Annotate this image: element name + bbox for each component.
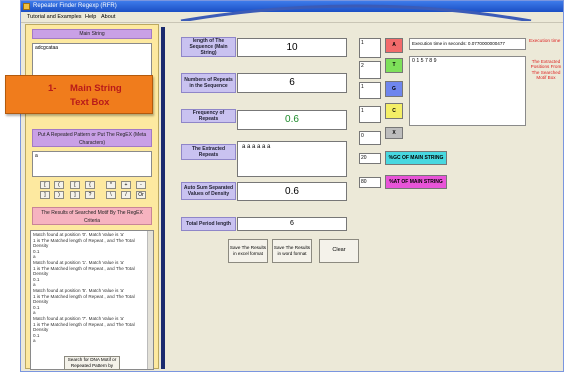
decorative-arc xyxy=(180,4,532,21)
nucleotide-g-button[interactable]: G xyxy=(385,81,403,97)
search-dna-motif-button[interactable]: Search for DNA Motif or Repeated Pattern… xyxy=(64,356,120,370)
save-excel-button[interactable]: Save The Results in excel format xyxy=(228,239,268,263)
count-t[interactable]: 2 xyxy=(359,61,381,79)
key-open-paren[interactable]: ( xyxy=(54,181,64,189)
extracted-positions-box[interactable]: 0 1 5 7 8 9 xyxy=(409,56,526,126)
length-label: length of The Sequence (Main String) xyxy=(181,37,236,57)
result-line: 1 is The Matched length of Repeat , and … xyxy=(33,265,135,277)
results-list[interactable]: Match found at position '0'. Match Value… xyxy=(30,230,154,370)
at-percent-value[interactable]: 80 xyxy=(359,177,381,188)
main-string-header: Main String xyxy=(32,29,152,39)
app-window: Repeater Finder Regexp (RFR) Tutorial an… xyxy=(20,0,564,372)
period-label: Total Period length xyxy=(181,217,236,231)
menu-about[interactable]: About xyxy=(101,12,115,22)
key-or[interactable]: Or xyxy=(136,191,146,199)
key-slash[interactable]: / xyxy=(121,191,131,199)
key-backslash[interactable]: \ xyxy=(106,191,116,199)
density-label: Auto Sum Separated Values of Density xyxy=(181,182,236,200)
app-icon xyxy=(23,3,30,10)
panel-divider xyxy=(161,27,165,369)
extracted-positions-label: The Extracted Positions From The Searche… xyxy=(530,59,562,81)
extracted-repeats-value[interactable]: a a a a a a xyxy=(237,141,347,177)
key-open-brace[interactable]: { xyxy=(85,181,95,189)
frequency-label: Frequency of Repeats xyxy=(181,109,236,123)
menu-help[interactable]: Help xyxy=(85,12,96,22)
count-a[interactable]: 1 xyxy=(359,38,381,58)
execution-time-label: Execution time xyxy=(529,39,561,44)
frequency-value[interactable]: 0.6 xyxy=(237,110,347,130)
gc-percent-button[interactable]: %GC OF MAIN STRING xyxy=(385,151,447,165)
repeats-label: Numbers of Repeats in the Sequence xyxy=(181,73,236,93)
density-value[interactable]: 0.6 xyxy=(237,182,347,201)
repeats-value[interactable]: 6 xyxy=(237,73,347,93)
count-c[interactable]: 1 xyxy=(359,106,381,123)
callout-number: 1- xyxy=(48,83,57,94)
key-close-paren[interactable]: ) xyxy=(54,191,64,199)
extracted-repeats-label: The Extracted Repeats xyxy=(181,144,236,160)
nucleotide-t-button[interactable]: T xyxy=(385,58,403,73)
key-question[interactable]: ? xyxy=(85,191,95,199)
results-scrollbar[interactable] xyxy=(147,231,153,369)
key-plus[interactable]: + xyxy=(121,181,131,189)
result-line: 1 is The Matched length of Repeat , and … xyxy=(33,237,135,249)
key-close-bracket-2[interactable]: ] xyxy=(70,191,80,199)
callout-line2: Text Box xyxy=(70,97,110,108)
length-value[interactable]: 10 xyxy=(237,38,347,57)
nucleotide-a-button[interactable]: A xyxy=(385,38,403,53)
key-close-bracket[interactable]: ] xyxy=(40,191,50,199)
main-string-callout: 1- Main String Text Box xyxy=(5,75,153,114)
execution-time-box[interactable]: Execution time in seconds: 0.07700000004… xyxy=(409,38,526,50)
pattern-header: Put A Repeated Pattern or Put The RegEX … xyxy=(32,129,152,147)
key-minus[interactable]: - xyxy=(136,181,146,189)
result-line: 1 is The Matched length of Repeat , and … xyxy=(33,293,135,305)
gc-percent-value[interactable]: 20 xyxy=(359,153,381,164)
callout-line1: Main String xyxy=(70,83,122,94)
key-star[interactable]: * xyxy=(106,181,116,189)
count-g[interactable]: 1 xyxy=(359,82,381,99)
save-word-button[interactable]: Save The Results in word format xyxy=(272,239,312,263)
period-value[interactable]: 6 xyxy=(237,217,347,231)
result-line: 1 is The Matched length of Repeat , and … xyxy=(33,321,135,333)
key-open-bracket[interactable]: [ xyxy=(40,181,50,189)
nucleotide-c-button[interactable]: C xyxy=(385,103,403,119)
clear-button[interactable]: Clear xyxy=(319,239,359,263)
menu-tutorial[interactable]: Tutorial and Examples xyxy=(27,12,82,22)
key-open-bracket-2[interactable]: [ xyxy=(70,181,80,189)
pattern-input[interactable]: a xyxy=(32,151,152,177)
main-string-input[interactable]: adcgcataa xyxy=(32,43,152,77)
result-line: a xyxy=(33,338,36,344)
at-percent-button[interactable]: %AT OF MAIN STRING xyxy=(385,175,447,189)
window-title: Repeater Finder Regexp (RFR) xyxy=(33,3,117,9)
count-x[interactable]: 0 xyxy=(359,131,381,145)
results-header: The Results of Searched Motif By The Reg… xyxy=(32,207,152,225)
nucleotide-x-button[interactable]: X xyxy=(385,127,403,139)
